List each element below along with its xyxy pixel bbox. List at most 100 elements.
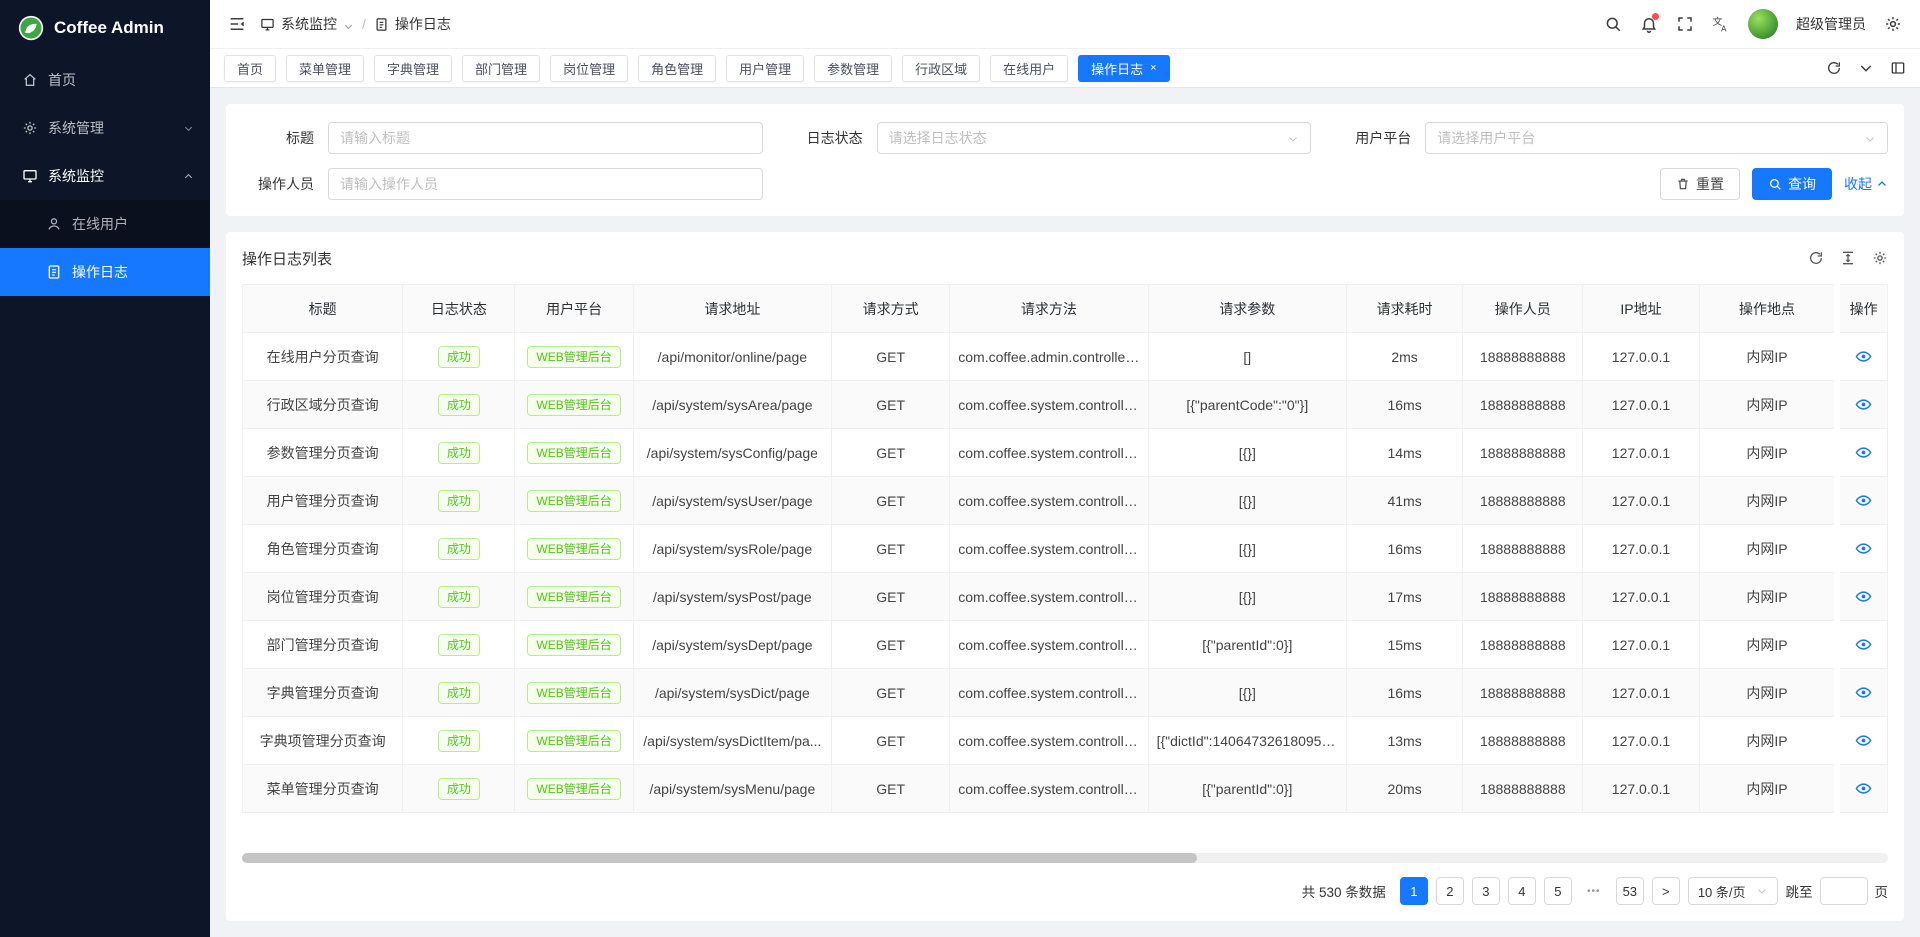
cell-location: 内网IP (1699, 429, 1837, 477)
table-tools (1808, 250, 1888, 266)
sidebar-item-operation-log[interactable]: 操作日志 (0, 248, 210, 296)
cell-url: /api/system/sysMenu/page (633, 765, 831, 813)
tab-3[interactable]: 部门管理 (462, 55, 540, 82)
sidebar-item-online-users[interactable]: 在线用户 (0, 200, 210, 248)
pagination-page-4[interactable]: 4 (1508, 877, 1536, 905)
cell-location: 内网IP (1699, 621, 1837, 669)
cell-platform: WEB管理后台 (515, 525, 633, 573)
view-detail-eye-icon[interactable] (1855, 588, 1872, 605)
tab-close-icon[interactable]: × (1150, 63, 1156, 74)
sidebar-item-system-management[interactable]: 系统管理 (0, 104, 210, 152)
view-detail-eye-icon[interactable] (1855, 492, 1872, 509)
username[interactable]: 超级管理员 (1796, 14, 1866, 34)
breadcrumb-item-operation-log[interactable]: 操作日志 (374, 14, 451, 34)
breadcrumb-item-system-monitor[interactable]: 系统监控 (260, 14, 354, 34)
menu-collapse-icon[interactable] (228, 15, 246, 33)
tab-4[interactable]: 岗位管理 (550, 55, 628, 82)
layout-expand-icon[interactable] (1890, 60, 1906, 76)
row-height-icon[interactable] (1840, 250, 1856, 266)
column-header: 用户平台 (515, 285, 633, 333)
cell-url: /api/system/sysConfig/page (633, 429, 831, 477)
filter-panel: 标题 日志状态 请选择日志状态 用户平台 (226, 104, 1904, 216)
collapse-button[interactable]: 收起 (1844, 174, 1888, 194)
tab-10[interactable]: 操作日志× (1078, 55, 1169, 82)
search-button[interactable]: 查询 (1752, 168, 1832, 200)
tab-0[interactable]: 首页 (224, 55, 276, 82)
view-detail-eye-icon[interactable] (1855, 396, 1872, 413)
cell-method: GET (832, 525, 950, 573)
tab-7[interactable]: 参数管理 (814, 55, 892, 82)
status-tag: 成功 (438, 394, 480, 416)
pagination-page-2[interactable]: 2 (1436, 877, 1464, 905)
horizontal-scrollbar-thumb[interactable] (242, 853, 1197, 863)
pagination-page-5[interactable]: 5 (1544, 877, 1572, 905)
cell-actions (1837, 333, 1887, 381)
view-detail-eye-icon[interactable] (1855, 348, 1872, 365)
notification-dot (1652, 13, 1659, 20)
pagination-page-1[interactable]: 1 (1400, 877, 1428, 905)
pagination: 共 530 条数据 12345•••53 > 10 条/页 跳至 页 (242, 877, 1888, 905)
view-detail-eye-icon[interactable] (1855, 780, 1872, 797)
chevron-down-icon (1864, 132, 1876, 144)
title-label: 标题 (242, 128, 328, 148)
cell-params: [{"dictId":140647326180950... (1148, 717, 1346, 765)
tab-5[interactable]: 角色管理 (638, 55, 716, 82)
pagination-next-button[interactable]: > (1652, 877, 1680, 905)
platform-tag: WEB管理后台 (527, 730, 620, 752)
status-tag: 成功 (438, 682, 480, 704)
settings-gear-icon[interactable] (1884, 15, 1902, 33)
logo[interactable]: Coffee Admin (0, 0, 210, 56)
tab-8[interactable]: 行政区域 (902, 55, 980, 82)
tab-1[interactable]: 菜单管理 (286, 55, 364, 82)
view-detail-eye-icon[interactable] (1855, 684, 1872, 701)
sidebar-item-home[interactable]: 首页 (0, 56, 210, 104)
sidebar-item-system-monitor[interactable]: 系统监控 (0, 152, 210, 200)
cell-method: GET (832, 717, 950, 765)
chevron-down-icon (1756, 885, 1768, 897)
status-tag: 成功 (438, 730, 480, 752)
sidebar-item-label: 首页 (48, 70, 76, 90)
search-icon (1768, 177, 1782, 191)
view-detail-eye-icon[interactable] (1855, 732, 1872, 749)
avatar[interactable] (1748, 9, 1778, 39)
user-platform-select[interactable]: 请选择用户平台 (1425, 122, 1888, 154)
view-detail-eye-icon[interactable] (1855, 444, 1872, 461)
cell-method: GET (832, 333, 950, 381)
view-detail-eye-icon[interactable] (1855, 540, 1872, 557)
pagination-page-3[interactable]: 3 (1472, 877, 1500, 905)
search-icon[interactable] (1604, 15, 1622, 33)
operator-input[interactable] (328, 168, 763, 200)
pagination-page-53[interactable]: 53 (1616, 877, 1644, 905)
cell-operator: 18888888888 (1463, 429, 1583, 477)
log-status-select[interactable]: 请选择日志状态 (877, 122, 1312, 154)
cell-params: [{}] (1148, 669, 1346, 717)
main-area: 系统监控 / 操作日志 (210, 0, 1920, 937)
page-size-select[interactable]: 10 条/页 (1688, 877, 1778, 905)
tab-2[interactable]: 字典管理 (374, 55, 452, 82)
notification-bell-icon[interactable] (1640, 15, 1658, 33)
title-input[interactable] (328, 122, 763, 154)
reset-button[interactable]: 重置 (1660, 168, 1740, 200)
tab-9[interactable]: 在线用户 (990, 55, 1068, 82)
cell-location: 内网IP (1699, 765, 1837, 813)
table-row: 岗位管理分页查询成功WEB管理后台/api/system/sysPost/pag… (243, 573, 1888, 621)
translate-icon[interactable]: 文A (1712, 15, 1730, 33)
cell-params: [{"parentId":0}] (1148, 621, 1346, 669)
cell-duration: 16ms (1346, 381, 1462, 429)
refresh-icon[interactable] (1826, 60, 1842, 76)
view-detail-eye-icon[interactable] (1855, 636, 1872, 653)
fullscreen-icon[interactable] (1676, 15, 1694, 33)
tab-6[interactable]: 用户管理 (726, 55, 804, 82)
column-settings-gear-icon[interactable] (1872, 250, 1888, 266)
cell-duration: 2ms (1346, 333, 1462, 381)
chevron-up-icon (1876, 178, 1888, 190)
pagination-ellipsis[interactable]: ••• (1580, 877, 1608, 905)
refresh-icon[interactable] (1808, 250, 1824, 266)
jump-page-input[interactable] (1820, 877, 1868, 905)
cell-handler: com.coffee.admin.controller... (950, 333, 1148, 381)
log-icon (374, 17, 389, 32)
cell-location: 内网IP (1699, 477, 1837, 525)
cell-ip: 127.0.0.1 (1583, 333, 1699, 381)
table-row: 字典项管理分页查询成功WEB管理后台/api/system/sysDictIte… (243, 717, 1888, 765)
chevron-down-icon[interactable] (1858, 60, 1874, 76)
